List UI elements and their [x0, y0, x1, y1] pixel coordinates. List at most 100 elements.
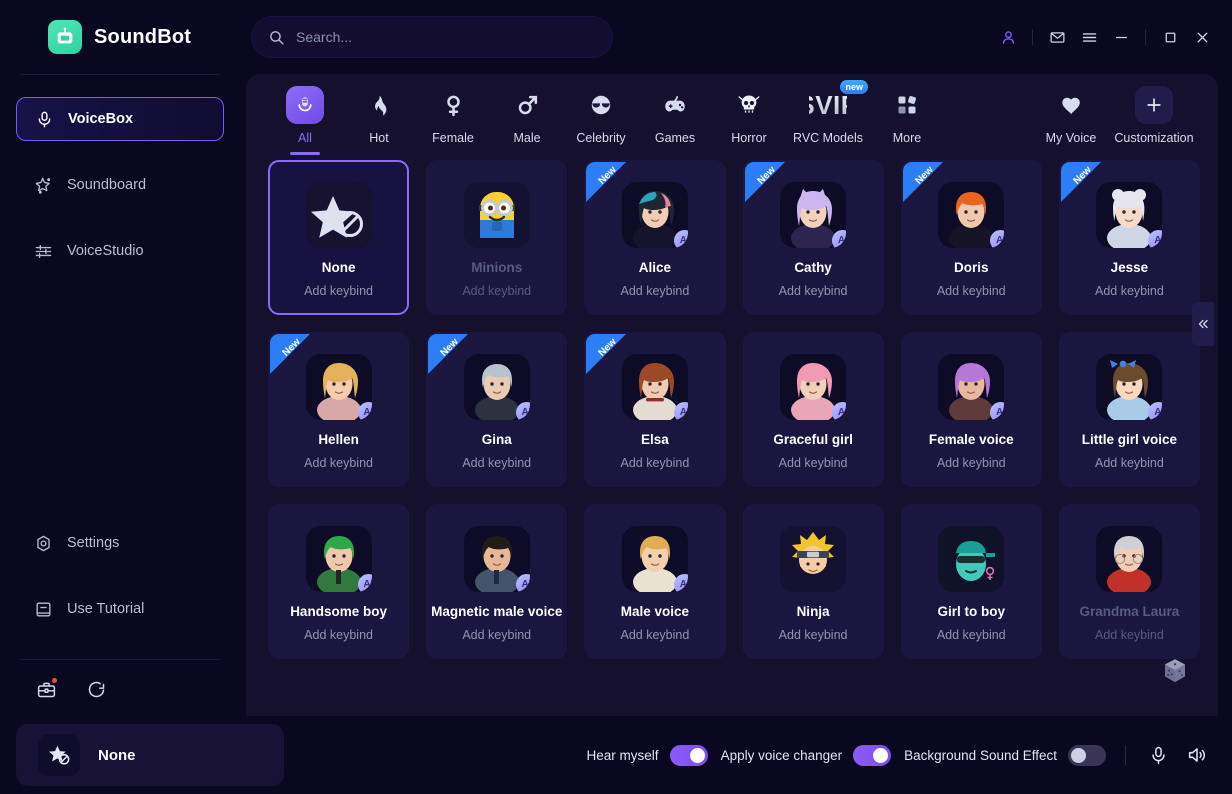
voice-card[interactable]: New AIAliceAdd keybind [584, 160, 726, 315]
tab-label: Games [654, 131, 696, 145]
tab-label: Female [432, 131, 474, 145]
tab-customization[interactable]: Customization [1108, 82, 1200, 145]
add-keybind-label[interactable]: Add keybind [621, 628, 690, 642]
account-icon[interactable] [992, 21, 1024, 53]
tab-female[interactable]: Female [416, 82, 490, 145]
add-keybind-label[interactable]: Add keybind [621, 284, 690, 298]
add-keybind-label[interactable]: Add keybind [462, 628, 531, 642]
add-keybind-label[interactable]: Add keybind [779, 456, 848, 470]
sidebar-item-label: Soundboard [67, 177, 147, 193]
voice-card[interactable]: AI Magnetic male voice Add keybind [426, 504, 568, 659]
footer-bar: None Hear myself Apply voice changer Bac… [0, 716, 1232, 794]
title-bar: SoundBot [0, 0, 1232, 74]
toggle-switch[interactable] [853, 744, 892, 766]
voice-name: Handsome boy [290, 604, 387, 619]
close-icon[interactable] [1186, 21, 1218, 53]
voice-name: Gina [481, 432, 512, 447]
maximize-icon[interactable] [1154, 21, 1186, 53]
voice-avatar: AI [305, 526, 372, 592]
voice-avatar [1096, 526, 1163, 592]
add-keybind-label[interactable]: Add keybind [621, 456, 690, 470]
active-underline [290, 152, 320, 155]
toggle-hear-myself[interactable]: Hear myself [587, 744, 708, 766]
voice-card[interactable]: Ninja Add keybind [742, 504, 884, 659]
voice-card[interactable]: AI Graceful girl Add keybind [742, 332, 884, 487]
menu-icon[interactable] [1073, 21, 1105, 53]
voice-card[interactable]: None Add keybind [268, 160, 410, 315]
toggle-background-sound-effect[interactable]: Background Sound Effect [904, 744, 1106, 766]
sidebar-item-soundboard[interactable]: Soundboard [16, 163, 224, 207]
voice-card[interactable]: New AIGinaAdd keybind [426, 332, 568, 487]
voice-name: None [321, 260, 356, 275]
tool-box-icon[interactable] [34, 677, 58, 701]
sidebar-item-label: VoiceBox [68, 111, 134, 127]
voice-name: Alice [638, 260, 672, 275]
voice-grid: NoneAdd keybind MinionsAdd keybindNew AI… [268, 160, 1200, 659]
chat-bubble-icon[interactable] [84, 677, 108, 701]
voice-card[interactable]: New AIElsaAdd keybind [584, 332, 726, 487]
voice-name: Male voice [620, 604, 690, 619]
search-box[interactable] [251, 16, 613, 58]
search-input[interactable] [296, 29, 596, 45]
voice-card[interactable]: Girl to boy Add keybind [900, 504, 1042, 659]
sliders-icon [33, 241, 53, 261]
footer-divider [1125, 745, 1126, 765]
add-keybind-label[interactable]: Add keybind [304, 456, 373, 470]
chevron-double-left-icon[interactable] [1192, 302, 1214, 346]
tab-hot[interactable]: Hot [342, 82, 416, 145]
mail-icon[interactable] [1041, 21, 1073, 53]
voice-card[interactable]: AI Little girl voice Add keybind [1058, 332, 1200, 487]
sidebar-item-settings[interactable]: Settings [16, 521, 224, 565]
tab-male[interactable]: Male [490, 82, 564, 145]
tab-all[interactable]: All [268, 82, 342, 155]
add-keybind-label[interactable]: Add keybind [779, 628, 848, 642]
now-playing[interactable]: None [16, 724, 284, 786]
voice-card[interactable]: New AIHellenAdd keybind [268, 332, 410, 487]
add-keybind-label[interactable]: Add keybind [462, 284, 531, 298]
add-keybind-label[interactable]: Add keybind [1095, 628, 1164, 642]
voice-card[interactable]: New AIJesseAdd keybind [1058, 160, 1200, 315]
sidebar-item-voicebox[interactable]: VoiceBox [16, 97, 224, 141]
voice-card[interactable]: Minions Add keybind [426, 160, 568, 315]
tab-horror[interactable]: Horror [712, 82, 786, 145]
speaker-icon[interactable] [1184, 742, 1210, 768]
tab-label: Hot [369, 131, 389, 145]
tab-label: Male [513, 131, 541, 145]
ai-badge: AI [673, 230, 688, 248]
toggle-switch[interactable] [669, 744, 708, 766]
add-keybind-label[interactable]: Add keybind [937, 456, 1006, 470]
voice-card[interactable]: AI Male voice Add keybind [584, 504, 726, 659]
add-keybind-label[interactable]: Add keybind [937, 284, 1006, 298]
add-keybind-label[interactable]: Add keybind [462, 456, 531, 470]
sidebar-item-voicestudio[interactable]: VoiceStudio [16, 229, 224, 273]
tab-games[interactable]: Games [638, 82, 712, 145]
voice-grid-scroll[interactable]: NoneAdd keybind MinionsAdd keybindNew AI… [246, 160, 1218, 716]
tab-more[interactable]: More [870, 82, 944, 145]
add-keybind-label[interactable]: Add keybind [937, 628, 1006, 642]
add-keybind-label[interactable]: Add keybind [1095, 284, 1164, 298]
tab-celebrity[interactable]: Celebrity [564, 82, 638, 145]
toggle-apply-voice-changer[interactable]: Apply voice changer [721, 744, 892, 766]
tab-rvc-models[interactable]: SVIP new RVC Models [786, 80, 870, 145]
flame-icon [360, 86, 398, 124]
microphone-icon[interactable] [1145, 742, 1171, 768]
add-keybind-label[interactable]: Add keybind [304, 284, 373, 298]
voice-card[interactable]: New AIDorisAdd keybind [900, 160, 1042, 315]
voice-card[interactable]: New AICathyAdd keybind [742, 160, 884, 315]
ai-badge: AI [990, 402, 1005, 420]
voice-avatar [463, 182, 530, 248]
voice-card[interactable]: AI Female voice Add keybind [900, 332, 1042, 487]
voice-card[interactable]: AI Handsome boy Add keybind [268, 504, 410, 659]
tab-my-voice[interactable]: My Voice [1034, 82, 1108, 145]
tab-label: RVC Models [793, 131, 863, 145]
dice-icon[interactable] [1158, 654, 1192, 688]
skull-icon [730, 86, 768, 124]
minimize-icon[interactable] [1105, 21, 1137, 53]
add-keybind-label[interactable]: Add keybind [1095, 456, 1164, 470]
add-keybind-label[interactable]: Add keybind [779, 284, 848, 298]
sidebar-item-use-tutorial[interactable]: Use Tutorial [16, 587, 224, 631]
voice-card[interactable]: Grandma Laura Add keybind [1058, 504, 1200, 659]
add-keybind-label[interactable]: Add keybind [304, 628, 373, 642]
star-slash-icon [38, 734, 80, 776]
toggle-switch[interactable] [1068, 744, 1106, 766]
